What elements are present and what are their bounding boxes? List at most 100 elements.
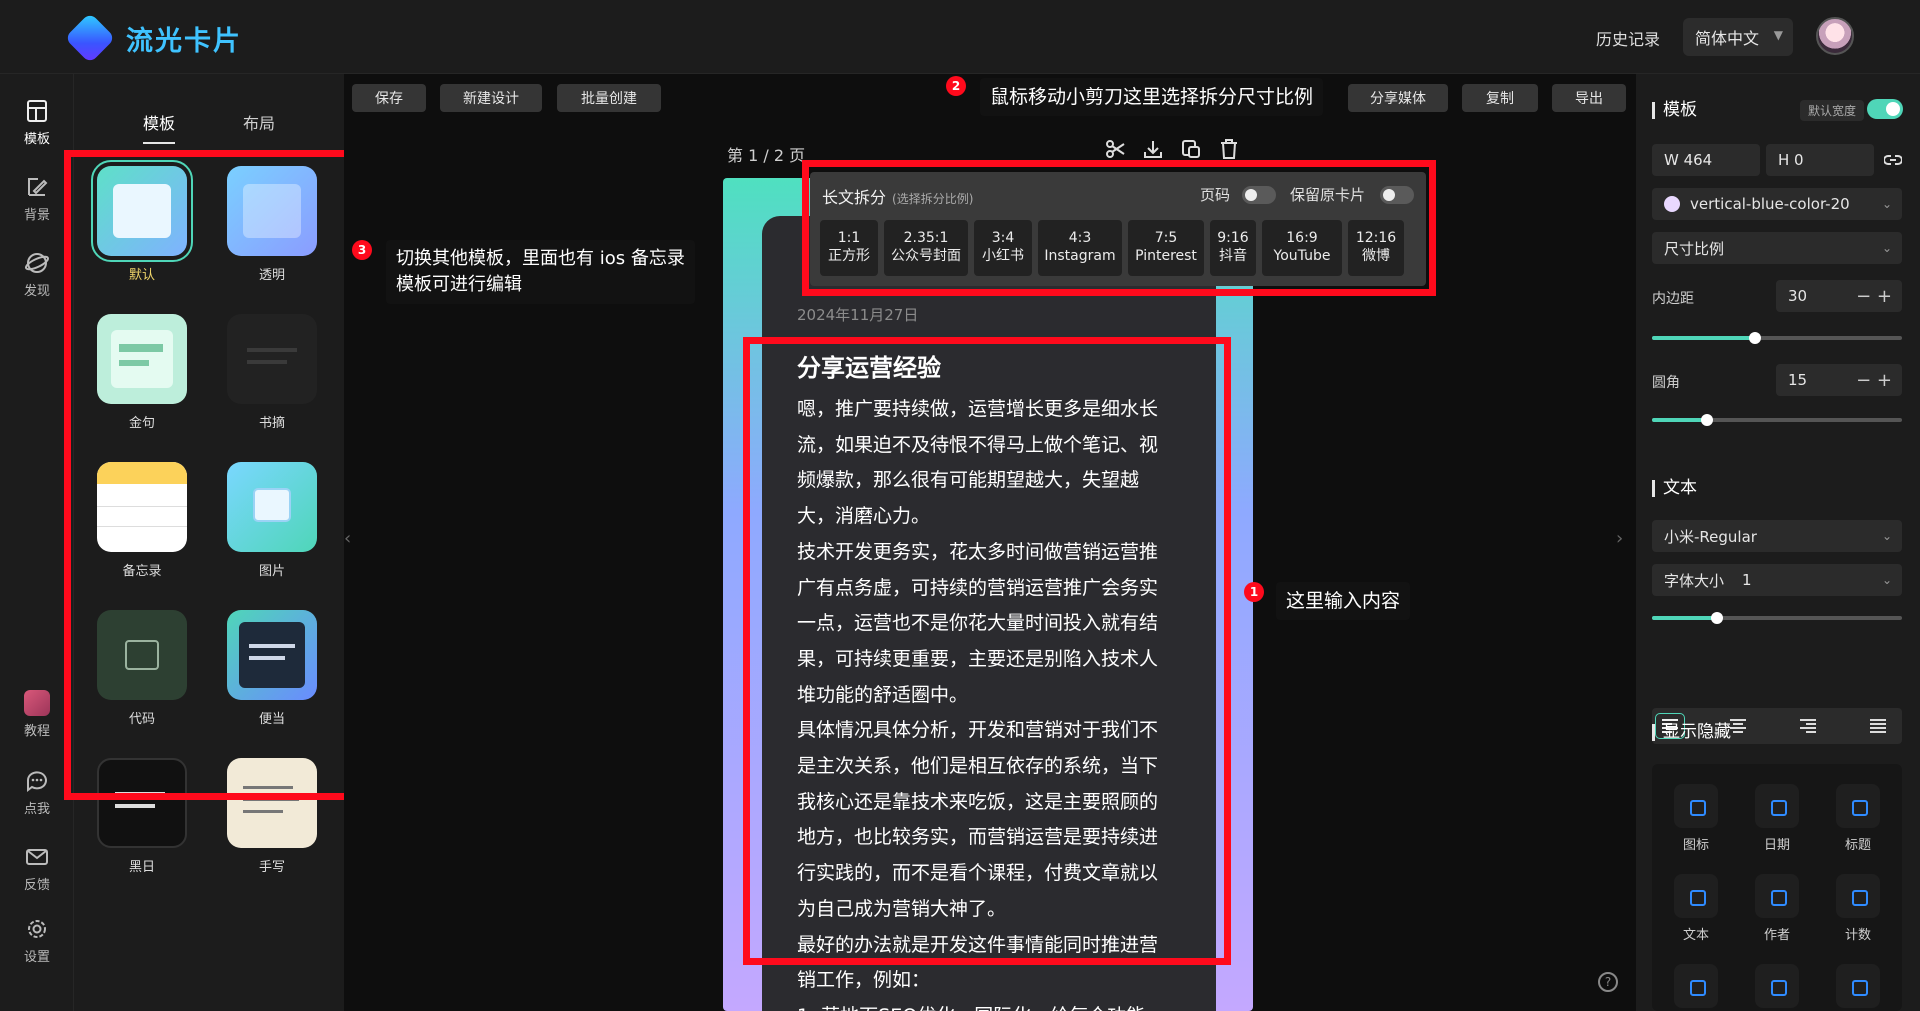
- card-date[interactable]: 2024年11月27日: [797, 304, 918, 325]
- width-input[interactable]: W 464: [1652, 144, 1760, 176]
- chevron-down-icon: ⌄: [1881, 241, 1892, 255]
- aspect-select[interactable]: 尺寸比例 ⌄: [1652, 232, 1902, 264]
- toggle-title-item[interactable]: 标题: [1828, 784, 1888, 853]
- template-quote[interactable]: 金句: [96, 314, 188, 431]
- page-indicator: 第 1 / 2 页: [727, 146, 806, 165]
- toggle-date-item[interactable]: 日期: [1747, 784, 1807, 853]
- radius-slider[interactable]: [1652, 414, 1902, 426]
- font-value: 小米-Regular: [1664, 527, 1757, 546]
- scissors-icon[interactable]: [1104, 138, 1126, 160]
- page-number-toggle[interactable]: [1242, 186, 1276, 204]
- card-line: 地方，也比较务实，而营销运营是要持续进: [797, 826, 1159, 849]
- help-icon[interactable]: ?: [1598, 972, 1618, 992]
- history-link[interactable]: 历史记录: [1596, 26, 1660, 50]
- template-bento[interactable]: 便当: [226, 610, 318, 727]
- ratio-option[interactable]: 9:16 抖音: [1210, 220, 1256, 276]
- link-icon[interactable]: [1884, 152, 1902, 168]
- ratio-option[interactable]: 2.35:1 公众号封面: [884, 220, 968, 276]
- trash-icon[interactable]: [1218, 138, 1240, 160]
- rail-item-settings[interactable]: 设置: [0, 916, 74, 965]
- section-title-visibility: 显示隐藏: [1652, 724, 1731, 741]
- template-thumbnail: [97, 610, 187, 700]
- card-line: 大，消磨心力。: [797, 505, 931, 528]
- toggle-author-item[interactable]: 作者: [1747, 874, 1807, 943]
- download-icon[interactable]: [1142, 138, 1164, 160]
- card-line: 一点，运营也不是你花大量时间投入就有结: [797, 612, 1159, 635]
- template-excerpt[interactable]: 书摘: [226, 314, 318, 431]
- stepper-icon[interactable]: − +: [1856, 286, 1892, 307]
- toggle-count-item[interactable]: 计数: [1828, 874, 1888, 943]
- language-select[interactable]: 简体中文 ▼: [1683, 18, 1793, 56]
- rail-item-feedback[interactable]: 反馈: [0, 844, 74, 893]
- toggle-text-item[interactable]: 文本: [1666, 874, 1726, 943]
- font-size-select[interactable]: 字体大小 1 ⌄: [1652, 564, 1902, 596]
- default-width-toggle[interactable]: [1867, 99, 1903, 119]
- align-right-icon[interactable]: [1794, 714, 1822, 738]
- template-dark-day[interactable]: 黑日: [96, 758, 188, 875]
- align-justify-icon[interactable]: [1864, 714, 1892, 738]
- split-popup: 长文拆分 (选择拆分比例) 页码 保留原卡片 1:1 正方形 2.35:1 公众号封面…: [810, 172, 1426, 286]
- card-line: 流，如果迫不及待恨不得马上做个笔记、视: [797, 433, 1159, 456]
- template-thumbnail: [97, 758, 187, 848]
- ratio-option[interactable]: 7:5 Pinterest: [1128, 220, 1204, 276]
- ratio-option[interactable]: 3:4 小红书: [974, 220, 1032, 276]
- font-select[interactable]: 小米-Regular ⌄: [1652, 520, 1902, 552]
- template-image[interactable]: 图片: [226, 462, 318, 579]
- card-body[interactable]: 嗯，推广要持续做，运营增长更多是细水长 流，如果迫不及待恨不得马上做个笔记、视 …: [797, 392, 1189, 1011]
- new-design-button[interactable]: 新建设计: [440, 84, 542, 112]
- ratio-option[interactable]: 16:9 YouTube: [1262, 220, 1342, 276]
- app-logo[interactable]: 流光卡片: [64, 12, 242, 64]
- rail-item-template[interactable]: 模板: [0, 98, 74, 147]
- toggle-more-item[interactable]: [1828, 964, 1888, 1011]
- toggle-icon-item[interactable]: 图标: [1666, 784, 1726, 853]
- padding-slider[interactable]: [1652, 332, 1902, 344]
- rail-item-tutorial[interactable]: 教程: [0, 690, 74, 739]
- toggle-more-item[interactable]: [1666, 964, 1726, 1011]
- slider-knob[interactable]: [1711, 612, 1723, 624]
- template-handwriting[interactable]: 手写: [226, 758, 318, 875]
- share-media-button[interactable]: 分享媒体: [1348, 84, 1448, 112]
- export-button[interactable]: 导出: [1552, 84, 1626, 112]
- batch-create-button[interactable]: 批量创建: [557, 84, 661, 112]
- radius-input[interactable]: 15 − +: [1776, 364, 1902, 396]
- section-title-text: 文本: [1652, 480, 1697, 497]
- chat-icon: [27, 771, 47, 792]
- ratio-option[interactable]: 4:3 Instagram: [1038, 220, 1122, 276]
- avatar[interactable]: [1816, 17, 1854, 55]
- color-value: vertical-blue-color-20: [1690, 195, 1850, 213]
- template-code[interactable]: 代码: [96, 610, 188, 727]
- keep-card-toggle[interactable]: [1380, 186, 1414, 204]
- tab-template[interactable]: 模板: [143, 110, 176, 144]
- template-memo[interactable]: 备忘录: [96, 462, 188, 579]
- save-button[interactable]: 保存: [352, 84, 426, 112]
- stepper-icon[interactable]: − +: [1856, 370, 1892, 391]
- layout-icon: [27, 100, 47, 122]
- slider-knob[interactable]: [1701, 414, 1713, 426]
- collapse-right-icon[interactable]: ›: [1616, 528, 1623, 549]
- rail-item-background[interactable]: 背景: [0, 174, 74, 223]
- ratio-option[interactable]: 12:16 微博: [1348, 220, 1404, 276]
- tab-layout[interactable]: 布局: [243, 110, 275, 134]
- slider-knob[interactable]: [1748, 332, 1761, 344]
- default-width-label: 默认宽度: [1800, 100, 1865, 121]
- template-transparent[interactable]: 透明: [226, 166, 318, 283]
- collapse-left-icon[interactable]: ‹: [344, 528, 351, 549]
- ratio-option[interactable]: 1:1 正方形: [820, 220, 878, 276]
- ratio-value: 4:3: [1068, 230, 1092, 246]
- padding-input[interactable]: 30 − +: [1776, 280, 1902, 312]
- color-select[interactable]: vertical-blue-color-20 ⌄: [1652, 188, 1902, 220]
- padding-label: 内边距: [1652, 291, 1694, 307]
- more-icon: [1674, 964, 1718, 1008]
- template-default[interactable]: 默认: [91, 160, 193, 283]
- rail-label: 反馈: [23, 878, 50, 893]
- font-size-slider[interactable]: [1652, 612, 1902, 624]
- card-title[interactable]: 分享运营经验: [797, 348, 941, 383]
- copy-button[interactable]: 复制: [1462, 84, 1538, 112]
- rail-item-click-me[interactable]: 点我: [0, 768, 74, 817]
- height-input[interactable]: H 0: [1766, 144, 1874, 176]
- rail-item-discover[interactable]: 发现: [0, 250, 74, 299]
- duplicate-icon[interactable]: [1180, 138, 1202, 160]
- toggle-more-item[interactable]: [1747, 964, 1807, 1011]
- ratio-platform: Instagram: [1044, 248, 1116, 264]
- callout-content: 这里输入内容: [1276, 582, 1411, 620]
